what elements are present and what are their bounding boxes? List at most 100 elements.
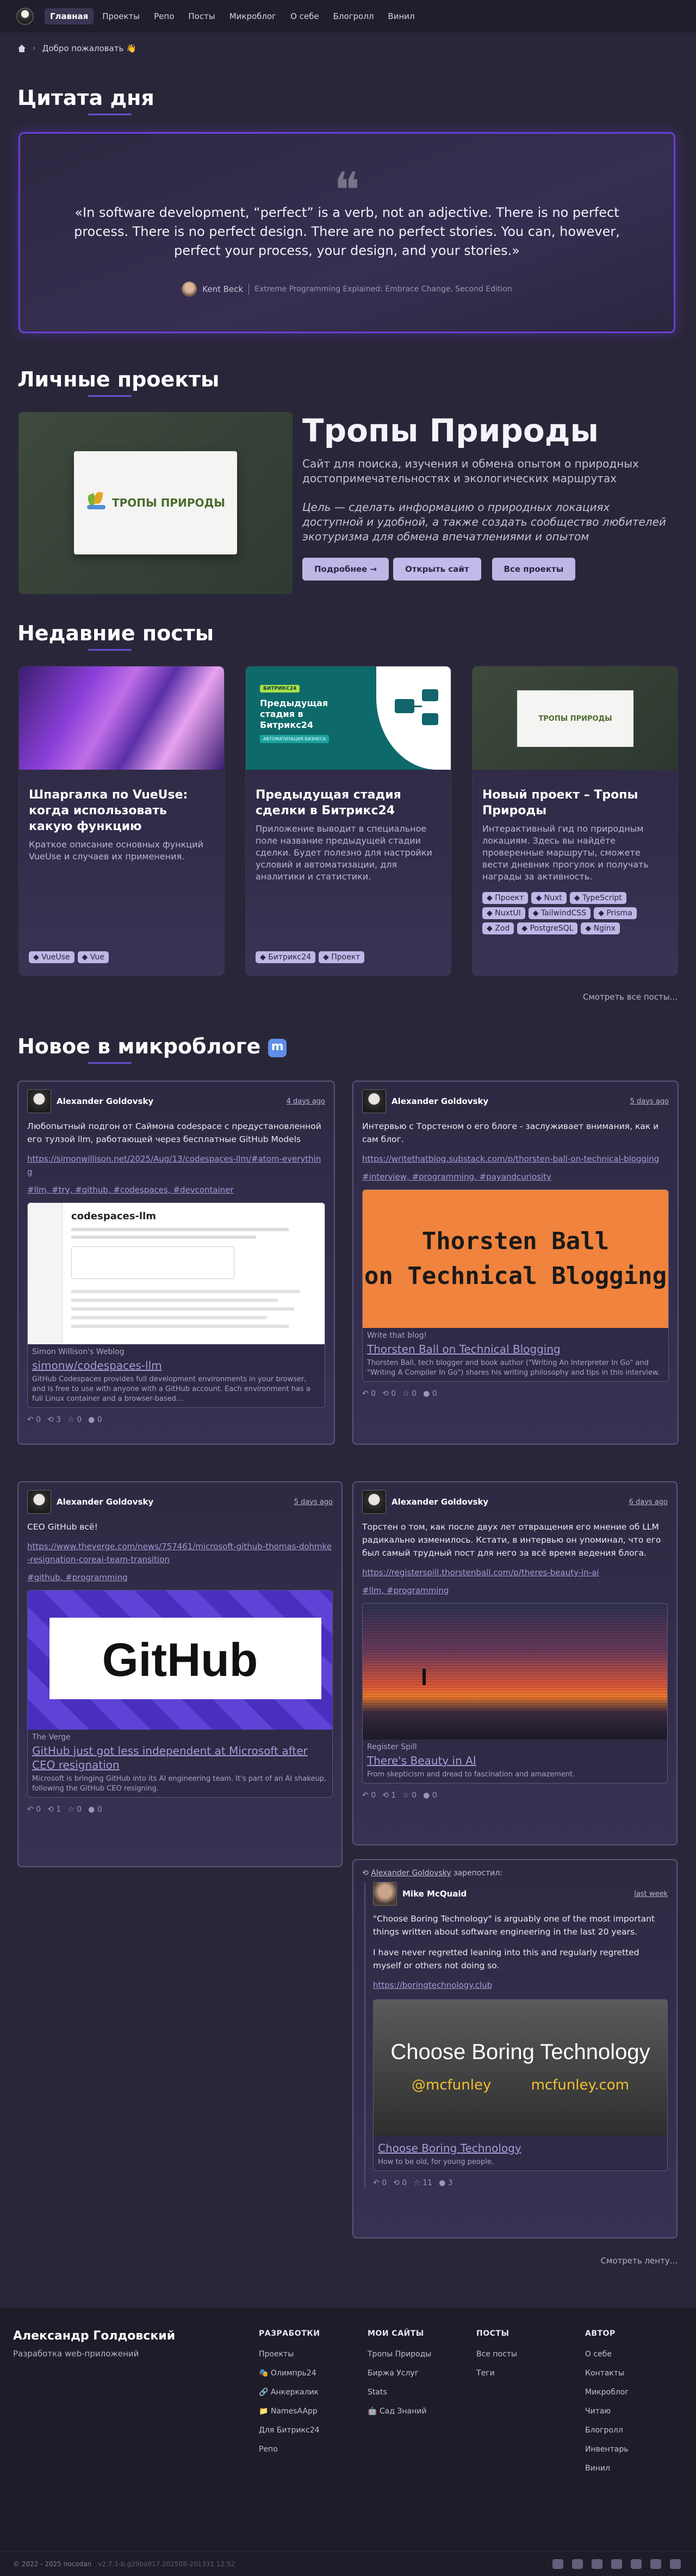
tag[interactable]: ◆ VueUse bbox=[29, 951, 74, 963]
boost-icon[interactable]: ⟲ 1 bbox=[382, 1791, 396, 1800]
footer-link[interactable]: Инвентарь bbox=[585, 2445, 629, 2454]
favourite-icon[interactable]: ☆ 0 bbox=[67, 1415, 82, 1424]
rss-icon[interactable] bbox=[650, 2559, 661, 2569]
nav-blogroll[interactable]: Блогролл bbox=[328, 8, 380, 24]
tag[interactable]: ◆ Nginx bbox=[581, 922, 620, 934]
project-title[interactable]: Тропы Природы bbox=[302, 412, 599, 449]
nav-posts[interactable]: Посты bbox=[183, 8, 220, 24]
toot-date[interactable]: 5 days ago bbox=[294, 1498, 333, 1506]
nav-projects[interactable]: Проекты bbox=[97, 8, 145, 24]
boost-icon[interactable]: ⟲ 0 bbox=[393, 2179, 407, 2187]
tag[interactable]: ◆ Prisma bbox=[594, 907, 637, 919]
toot-date[interactable]: 5 days ago bbox=[630, 1097, 669, 1106]
toot-date[interactable]: 6 days ago bbox=[629, 1498, 668, 1506]
boost-icon[interactable]: ⟲ 1 bbox=[47, 1805, 61, 1814]
toot-author[interactable]: Alexander Goldovsky bbox=[391, 1096, 625, 1106]
tag[interactable]: ◆ Битрикс24 bbox=[256, 951, 316, 963]
boost-icon[interactable]: ⟲ 0 bbox=[382, 1389, 396, 1398]
footer-link[interactable]: Контакты bbox=[585, 2369, 629, 2378]
post-card[interactable]: Шпаргалка по VueUse: когда использовать … bbox=[18, 666, 225, 976]
link-preview[interactable]: codespaces-llm Simon Willison's Weblog s… bbox=[27, 1202, 325, 1408]
bookmark-icon[interactable]: ● 0 bbox=[88, 1415, 102, 1424]
open-site-button[interactable]: Открыть сайт bbox=[393, 558, 481, 581]
footer-link[interactable]: Все посты bbox=[476, 2350, 517, 2359]
nav-microblog[interactable]: Микроблог bbox=[224, 8, 282, 24]
footer-link[interactable]: Stats bbox=[368, 2388, 431, 2397]
avatar[interactable] bbox=[27, 1490, 51, 1514]
toot-link[interactable]: https://www.theverge.com/news/757461/mic… bbox=[27, 1540, 333, 1566]
booster-link[interactable]: Alexander Goldovsky bbox=[371, 1869, 451, 1878]
all-posts-link[interactable]: Смотреть все посты... bbox=[583, 992, 678, 1002]
nav-vinyl[interactable]: Винил bbox=[382, 8, 420, 24]
toot-link[interactable]: https://simonwillison.net/2025/Aug/13/co… bbox=[27, 1152, 325, 1178]
link-preview[interactable]: Choose Boring Technology @mcfunley mcfun… bbox=[373, 1999, 668, 2171]
link-preview[interactable]: Thorsten Ball on Technical Blogging Writ… bbox=[362, 1189, 669, 1382]
toot-link[interactable]: https://registerspill.thorstenball.com/p… bbox=[362, 1566, 668, 1579]
footer-link[interactable]: Блогролл bbox=[585, 2426, 629, 2435]
post-card[interactable]: ТРОПЫ ПРИРОДЫ Новый проект – Тропы Приро… bbox=[472, 666, 678, 976]
footer-link[interactable]: Теги bbox=[476, 2369, 517, 2378]
toot-author[interactable]: Alexander Goldovsky bbox=[57, 1497, 289, 1507]
footer-link[interactable]: Репо bbox=[259, 2445, 320, 2454]
toot-link[interactable]: https://boringtechnology.club bbox=[373, 1979, 668, 1992]
reply-icon[interactable]: ↶ 0 bbox=[27, 1805, 41, 1814]
tag[interactable]: ◆ Nuxt bbox=[531, 892, 567, 904]
telegram-icon[interactable] bbox=[552, 2559, 563, 2569]
tag[interactable]: ◆ PostgreSQL bbox=[517, 922, 578, 934]
footer-link[interactable]: 📁 NamesAApp bbox=[259, 2407, 320, 2416]
footer-link[interactable]: Тропы Природы bbox=[368, 2350, 431, 2359]
toot-hashtags[interactable]: #llm, #try, #github, #codespaces, #devco… bbox=[27, 1185, 325, 1195]
bluesky-icon[interactable] bbox=[631, 2559, 642, 2569]
mastodon-icon[interactable] bbox=[268, 1038, 287, 1057]
avatar[interactable] bbox=[373, 1882, 397, 1906]
all-projects-button[interactable]: Все проекты bbox=[492, 558, 576, 581]
post-title[interactable]: Предыдущая стадия сделки в Битрикс24 bbox=[256, 787, 441, 819]
avatar[interactable] bbox=[362, 1089, 386, 1113]
link-preview[interactable]: Register Spill There's Beauty in AI From… bbox=[362, 1603, 668, 1783]
preview-title[interactable]: GitHub just got less independent at Micr… bbox=[32, 1744, 328, 1772]
tag[interactable]: ◆ TailwindCSS bbox=[528, 907, 591, 919]
microblog-feed-link[interactable]: Смотреть ленту... bbox=[601, 2256, 678, 2266]
post-title[interactable]: Новый проект – Тропы Природы bbox=[482, 787, 668, 819]
toot-link[interactable]: https://writethatblog.substack.com/p/tho… bbox=[362, 1152, 669, 1165]
tag[interactable]: ◆ Vue bbox=[77, 951, 109, 963]
avatar[interactable] bbox=[27, 1089, 51, 1113]
toot-date[interactable]: 4 days ago bbox=[287, 1097, 325, 1106]
post-title[interactable]: Шпаргалка по VueUse: когда использовать … bbox=[29, 787, 214, 834]
github-icon[interactable] bbox=[592, 2559, 602, 2569]
home-icon[interactable] bbox=[17, 45, 26, 52]
favourite-icon[interactable]: ☆ 0 bbox=[67, 1805, 82, 1814]
project-image[interactable]: ТРОПЫ ПРИРОДЫ bbox=[18, 412, 293, 594]
footer-link[interactable]: Биржа Услуг bbox=[368, 2369, 431, 2378]
favourite-icon[interactable]: ☆ 11 bbox=[413, 2179, 432, 2187]
moon-icon[interactable] bbox=[670, 2559, 681, 2569]
toot-hashtags[interactable]: #llm, #programming bbox=[362, 1586, 668, 1595]
details-button[interactable]: Подробнее → bbox=[302, 558, 389, 581]
tag[interactable]: ◆ Zod bbox=[482, 922, 514, 934]
bookmark-icon[interactable]: ● 3 bbox=[439, 2179, 453, 2187]
footer-link[interactable]: Винил bbox=[585, 2464, 629, 2473]
footer-link[interactable]: Микроблог bbox=[585, 2388, 629, 2397]
mastodon-icon[interactable] bbox=[611, 2559, 622, 2569]
toot-hashtags[interactable]: #interview, #programming, #payandcuriosi… bbox=[362, 1172, 669, 1182]
nav-home[interactable]: Главная bbox=[45, 8, 94, 24]
preview-title[interactable]: Choose Boring Technology bbox=[378, 2141, 663, 2155]
site-avatar[interactable] bbox=[16, 8, 34, 25]
toot-date[interactable]: last week bbox=[634, 1890, 668, 1898]
bookmark-icon[interactable]: ● 0 bbox=[423, 1791, 437, 1800]
email-icon[interactable] bbox=[572, 2559, 583, 2569]
nav-about[interactable]: О себе bbox=[285, 8, 325, 24]
footer-link[interactable]: 🎭 Олимпрь24 bbox=[259, 2369, 320, 2378]
bookmark-icon[interactable]: ● 0 bbox=[423, 1389, 437, 1398]
toot-author[interactable]: Alexander Goldovsky bbox=[391, 1497, 624, 1507]
avatar[interactable] bbox=[362, 1490, 386, 1514]
bookmark-icon[interactable]: ● 0 bbox=[88, 1805, 102, 1814]
tag[interactable]: ◆ TypeScript bbox=[569, 892, 626, 904]
preview-title[interactable]: simonw/codespaces-llm bbox=[32, 1358, 320, 1373]
preview-title[interactable]: Thorsten Ball on Technical Blogging bbox=[367, 1342, 664, 1356]
post-card[interactable]: БИТРИКС24 Предыдущая стадия в Битрикс24 … bbox=[245, 666, 451, 976]
reply-icon[interactable]: ↶ 0 bbox=[362, 1791, 376, 1800]
link-preview[interactable]: GitHub The Verge GitHub just got less in… bbox=[27, 1590, 333, 1798]
footer-link[interactable]: 🔗 Анкеркалик bbox=[259, 2388, 320, 2397]
preview-title[interactable]: There's Beauty in AI bbox=[367, 1754, 663, 1768]
